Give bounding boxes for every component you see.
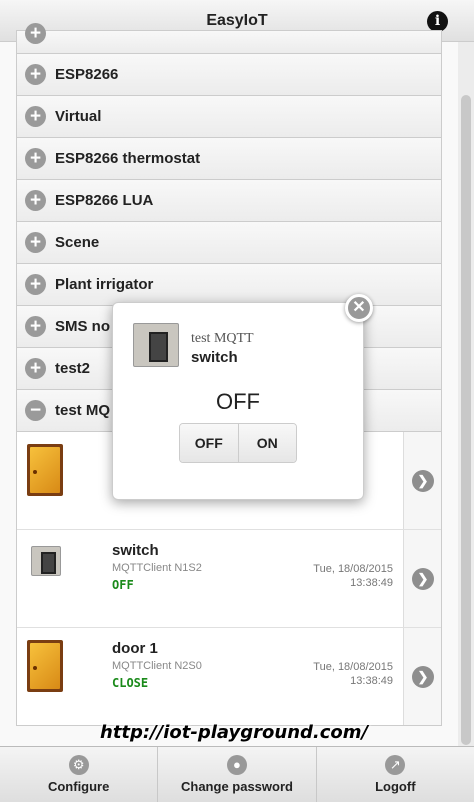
tab-label: Change password (181, 779, 293, 794)
device-time: 13:38:49 (350, 675, 393, 687)
category-label: ESP8266 thermostat (55, 150, 201, 167)
category-label: test MQ (55, 402, 111, 419)
popup-device-name: switch (191, 349, 238, 366)
scrollbar[interactable] (458, 42, 474, 746)
detail-button[interactable]: ❯ (403, 530, 441, 627)
watermark-text: http://iot-playground.com/ (100, 722, 369, 743)
category-label: ESP8266 (55, 66, 119, 83)
popup-title: test MQTT (191, 331, 254, 346)
plus-icon: + (25, 232, 46, 253)
lock-icon: ● (226, 755, 247, 775)
popup-state: OFF (216, 389, 260, 414)
plus-icon: + (25, 190, 46, 211)
minus-icon: − (25, 400, 46, 421)
footer-nav: ⚙ Configure ● Change password ↗ Logoff (0, 746, 474, 802)
category-label: SMS no (55, 318, 110, 335)
scrollbar-thumb[interactable] (461, 95, 471, 745)
close-icon[interactable]: ✕ (345, 294, 373, 322)
plus-icon: + (25, 274, 46, 295)
plus-icon: + (25, 148, 46, 169)
logoff-button[interactable]: ↗ Logoff (317, 747, 474, 802)
device-client: MQTTClient N2S0 (112, 660, 202, 672)
on-button[interactable]: ON (238, 424, 296, 462)
tab-label: Configure (47, 779, 110, 794)
device-state: OFF (112, 578, 134, 592)
category-label: Scene (55, 234, 100, 251)
category-item[interactable]: + (16, 23, 442, 54)
switch-icon (133, 323, 179, 367)
plus-icon: + (25, 358, 46, 379)
door-icon (27, 444, 63, 496)
list-item[interactable]: door 1 MQTTClient N2S0 CLOSE Tue, 18/08/… (17, 628, 441, 725)
tab-label: Logoff (375, 779, 416, 794)
logout-icon: ↗ (385, 755, 406, 775)
device-name: door 1 (112, 640, 158, 657)
device-client: MQTTClient N1S2 (112, 562, 202, 574)
detail-button[interactable]: ❯ (403, 432, 441, 529)
off-button[interactable]: OFF (180, 424, 239, 462)
device-date: Tue, 18/08/2015 (313, 661, 393, 673)
list-item[interactable]: switch MQTTClient N1S2 OFF Tue, 18/08/20… (17, 530, 441, 628)
category-item-virtual[interactable]: + Virtual (16, 96, 442, 138)
plus-icon: + (25, 64, 46, 85)
category-label: Plant irrigator (55, 276, 154, 293)
gear-icon: ⚙ (68, 755, 89, 775)
change-password-button[interactable]: ● Change password (158, 747, 317, 802)
device-timestamp: Tue, 18/08/2015 13:38:49 (313, 660, 393, 688)
category-label: Virtual (55, 108, 102, 125)
switch-icon (31, 546, 61, 576)
category-item-esp8266-lua[interactable]: + ESP8266 LUA (16, 180, 442, 222)
info-icon[interactable]: i (427, 11, 448, 32)
category-item-esp8266[interactable]: + ESP8266 (16, 54, 442, 96)
app-title: EasyIoT (206, 12, 268, 29)
detail-button[interactable]: ❯ (403, 628, 441, 725)
configure-button[interactable]: ⚙ Configure (0, 747, 159, 802)
category-item-plant-irrigator[interactable]: + Plant irrigator (16, 264, 442, 306)
door-icon (27, 640, 63, 692)
plus-icon: + (25, 106, 46, 127)
device-date: Tue, 18/08/2015 (313, 563, 393, 575)
device-time: 13:38:49 (350, 577, 393, 589)
chevron-right-icon: ❯ (412, 666, 434, 688)
chevron-right-icon: ❯ (412, 470, 434, 492)
category-item-esp8266-thermostat[interactable]: + ESP8266 thermostat (16, 138, 442, 180)
category-label: test2 (55, 360, 91, 377)
category-item-scene[interactable]: + Scene (16, 222, 442, 264)
device-state: CLOSE (112, 676, 149, 690)
device-timestamp: Tue, 18/08/2015 13:38:49 (313, 562, 393, 590)
switch-control: OFF ON (179, 423, 297, 463)
category-label: ESP8266 LUA (55, 192, 154, 209)
chevron-right-icon: ❯ (412, 568, 434, 590)
switch-popup: ✕ test MQTT switch OFF OFF ON (112, 294, 373, 500)
plus-icon: + (25, 23, 46, 44)
device-name: switch (112, 542, 159, 559)
plus-icon: + (25, 316, 46, 337)
